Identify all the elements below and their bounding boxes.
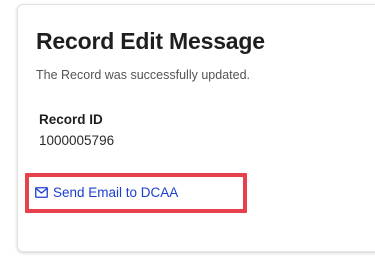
record-id-value: 1000005796 bbox=[39, 133, 115, 148]
send-email-link[interactable]: Send Email to DCAA bbox=[35, 185, 178, 200]
mail-icon bbox=[35, 187, 48, 198]
success-message: The Record was successfully updated. bbox=[36, 68, 250, 82]
record-id-label: Record ID bbox=[39, 112, 103, 127]
card-title: Record Edit Message bbox=[36, 28, 265, 54]
send-email-label: Send Email to DCAA bbox=[53, 185, 179, 200]
record-edit-card: Record Edit Message The Record was succe… bbox=[17, 4, 375, 252]
